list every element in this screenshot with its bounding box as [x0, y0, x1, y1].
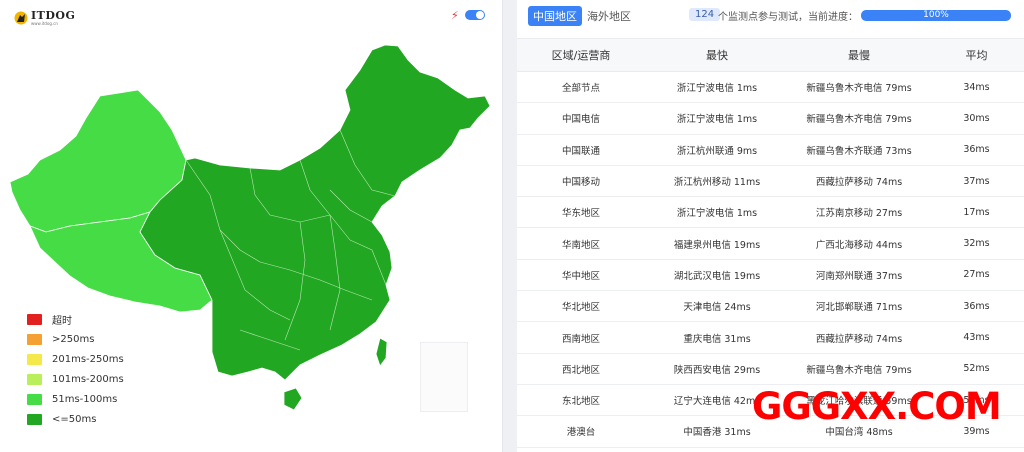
table-row[interactable]: 西南地区 重庆电信 31ms 西藏拉萨移动 74ms 43ms — [517, 322, 1024, 354]
table-row[interactable]: 华中地区 湖北武汉电信 19ms 河南郑州联通 37ms 27ms — [517, 260, 1024, 292]
cell-region: 华北地区 — [561, 302, 600, 314]
legend-label: 超时 — [52, 315, 72, 327]
cell-region: 华南地区 — [561, 239, 600, 251]
table-row[interactable]: 西北地区 陕西西安电信 29ms 新疆乌鲁木齐电信 79ms 52ms — [517, 354, 1024, 385]
cell-average: 37ms — [963, 175, 990, 187]
cell-region: 西北地区 — [561, 364, 600, 376]
cell-average: 32ms — [963, 238, 990, 250]
legend-swatch — [27, 333, 42, 345]
table-row[interactable]: 中国联通 浙江杭州联通 9ms 新疆乌鲁木齐联通 73ms 36ms — [517, 135, 1024, 166]
header-slowest[interactable]: 最慢 — [789, 47, 929, 63]
latency-legend: 超时 >250ms 201ms-250ms 101ms-200ms 51ms-100ms… — [27, 309, 124, 429]
region-taiwan[interactable] — [375, 337, 388, 367]
cell-region: 西南地区 — [561, 333, 600, 345]
cell-slowest: 新疆乌鲁木齐联通 73ms — [806, 145, 912, 157]
cell-slowest: 西藏拉萨移动 74ms — [815, 177, 903, 189]
legend-swatch — [27, 313, 42, 325]
table-row[interactable]: 华北地区 天津电信 24ms 河北邯郸联通 71ms 36ms — [517, 291, 1024, 323]
cell-fastest: 浙江杭州联通 9ms — [676, 145, 758, 157]
cell-average: 36ms — [963, 144, 990, 156]
region-tabs: 中国地区 海外地区 — [528, 6, 636, 26]
cell-region: 全部节点 — [561, 83, 600, 95]
cell-average: 27ms — [963, 269, 990, 281]
legend-swatch — [27, 413, 42, 425]
region-east-china[interactable] — [139, 44, 491, 381]
table-row[interactable]: 中国移动 浙江杭州移动 11ms 西藏拉萨移动 74ms 37ms — [517, 166, 1024, 198]
header-region[interactable]: 区域/运营商 — [517, 47, 645, 63]
cell-region: 港澳台 — [566, 427, 596, 439]
cell-fastest: 浙江宁波电信 1ms — [676, 114, 758, 126]
cell-fastest: 陕西西安电信 29ms — [673, 364, 761, 376]
legend-swatch — [27, 393, 42, 405]
legend-label: 201ms-250ms — [52, 353, 124, 365]
table-header: 区域/运营商 最快 最慢 平均 — [517, 38, 1024, 72]
cell-slowest: 新疆乌鲁木齐电信 79ms — [806, 364, 912, 376]
legend-item[interactable]: >250ms — [27, 329, 124, 349]
south-china-sea-inset — [420, 342, 468, 412]
cell-slowest: 江苏南京移动 27ms — [815, 208, 903, 220]
cell-slowest: 河南郑州联通 37ms — [815, 270, 903, 282]
cell-fastest: 湖北武汉电信 19ms — [673, 270, 761, 282]
watermark-text: GGGXX.COM — [752, 385, 1002, 428]
cell-region: 中国移动 — [561, 177, 600, 189]
legend-item[interactable]: <=50ms — [27, 409, 124, 429]
legend-label: 51ms-100ms — [52, 393, 118, 405]
cell-fastest: 浙江宁波电信 1ms — [676, 208, 758, 220]
tab-overseas[interactable]: 海外地区 — [582, 6, 636, 26]
legend-label: >250ms — [52, 333, 95, 345]
legend-label: 101ms-200ms — [52, 373, 124, 385]
cell-fastest: 天津电信 24ms — [683, 302, 751, 314]
cell-average: 34ms — [963, 81, 990, 93]
cell-average: 52ms — [963, 363, 990, 375]
table-row[interactable]: 全部节点 浙江宁波电信 1ms 新疆乌鲁木齐电信 79ms 34ms — [517, 72, 1024, 104]
table-row[interactable]: 华东地区 浙江宁波电信 1ms 江苏南京移动 27ms 17ms — [517, 197, 1024, 229]
region-hainan[interactable] — [283, 387, 303, 411]
progress-bar: 100% — [861, 10, 1011, 21]
cell-average: 43ms — [963, 332, 990, 344]
cell-slowest: 新疆乌鲁木齐电信 79ms — [806, 83, 912, 95]
cell-fastest: 浙江宁波电信 1ms — [676, 83, 758, 95]
cell-fastest: 福建泉州电信 19ms — [673, 239, 761, 251]
progress-label: 个监测点参与测试，当前进度： — [718, 12, 858, 23]
cell-region: 中国电信 — [561, 114, 600, 126]
cell-slowest: 新疆乌鲁木齐电信 79ms — [806, 114, 912, 126]
legend-item[interactable]: 51ms-100ms — [27, 389, 124, 409]
cell-region: 东北地区 — [561, 396, 600, 408]
map-panel: ITDOG www.itdog.cn ⚡ 超时 >250ms 201ms-250… — [0, 0, 503, 452]
table-row[interactable]: 中国电信 浙江宁波电信 1ms 新疆乌鲁木齐电信 79ms 30ms — [517, 103, 1024, 135]
cell-region: 中国联通 — [561, 145, 600, 157]
table-row[interactable]: 华南地区 福建泉州电信 19ms 广西北海移动 44ms 32ms — [517, 228, 1024, 260]
cell-fastest: 浙江杭州移动 11ms — [673, 177, 761, 189]
cell-slowest: 西藏拉萨移动 74ms — [815, 333, 903, 345]
cell-region: 华中地区 — [561, 270, 600, 282]
cell-fastest: 重庆电信 31ms — [683, 333, 751, 345]
legend-item[interactable]: 201ms-250ms — [27, 349, 124, 369]
cell-slowest: 河北邯郸联通 71ms — [815, 302, 903, 314]
node-count-badge: 124 — [689, 8, 721, 21]
cell-average: 17ms — [963, 206, 990, 218]
cell-average: 36ms — [963, 300, 990, 312]
legend-item[interactable]: 101ms-200ms — [27, 369, 124, 389]
legend-swatch — [27, 353, 42, 365]
cell-average: 30ms — [963, 112, 990, 124]
tab-china[interactable]: 中国地区 — [528, 6, 582, 26]
header-average[interactable]: 平均 — [929, 47, 1024, 63]
legend-label: <=50ms — [52, 413, 97, 425]
cell-region: 华东地区 — [561, 208, 600, 220]
header-fastest[interactable]: 最快 — [645, 47, 789, 63]
cell-slowest: 广西北海移动 44ms — [815, 239, 903, 251]
legend-swatch — [27, 373, 42, 385]
legend-item[interactable]: 超时 — [27, 309, 124, 329]
